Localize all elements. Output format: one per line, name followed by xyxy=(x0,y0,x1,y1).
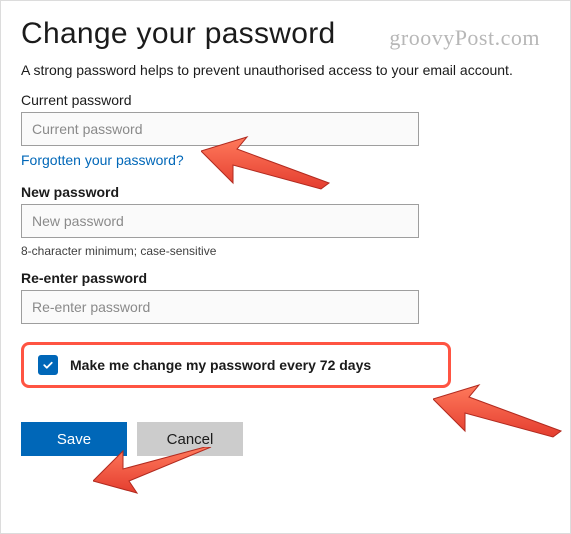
reminder-callout: Make me change my password every 72 days xyxy=(21,342,451,388)
watermark: groovyPost.com xyxy=(389,25,540,51)
reenter-password-label: Re-enter password xyxy=(21,270,550,286)
reenter-password-input[interactable] xyxy=(21,290,419,324)
change-password-page: groovyPost.com Change your password A st… xyxy=(0,0,571,534)
save-button[interactable]: Save xyxy=(21,422,127,456)
current-password-label: Current password xyxy=(21,92,550,108)
description-text: A strong password helps to prevent unaut… xyxy=(21,62,550,78)
reminder-label: Make me change my password every 72 days xyxy=(70,357,371,373)
current-password-input[interactable] xyxy=(21,112,419,146)
new-password-label: New password xyxy=(21,184,550,200)
cancel-button[interactable]: Cancel xyxy=(137,422,243,456)
reminder-checkbox[interactable] xyxy=(38,355,58,375)
checkmark-icon xyxy=(42,359,54,371)
new-password-input[interactable] xyxy=(21,204,419,238)
button-row: Save Cancel xyxy=(21,422,550,456)
forgot-password-link[interactable]: Forgotten your password? xyxy=(21,152,184,168)
password-hint: 8-character minimum; case-sensitive xyxy=(21,244,550,258)
